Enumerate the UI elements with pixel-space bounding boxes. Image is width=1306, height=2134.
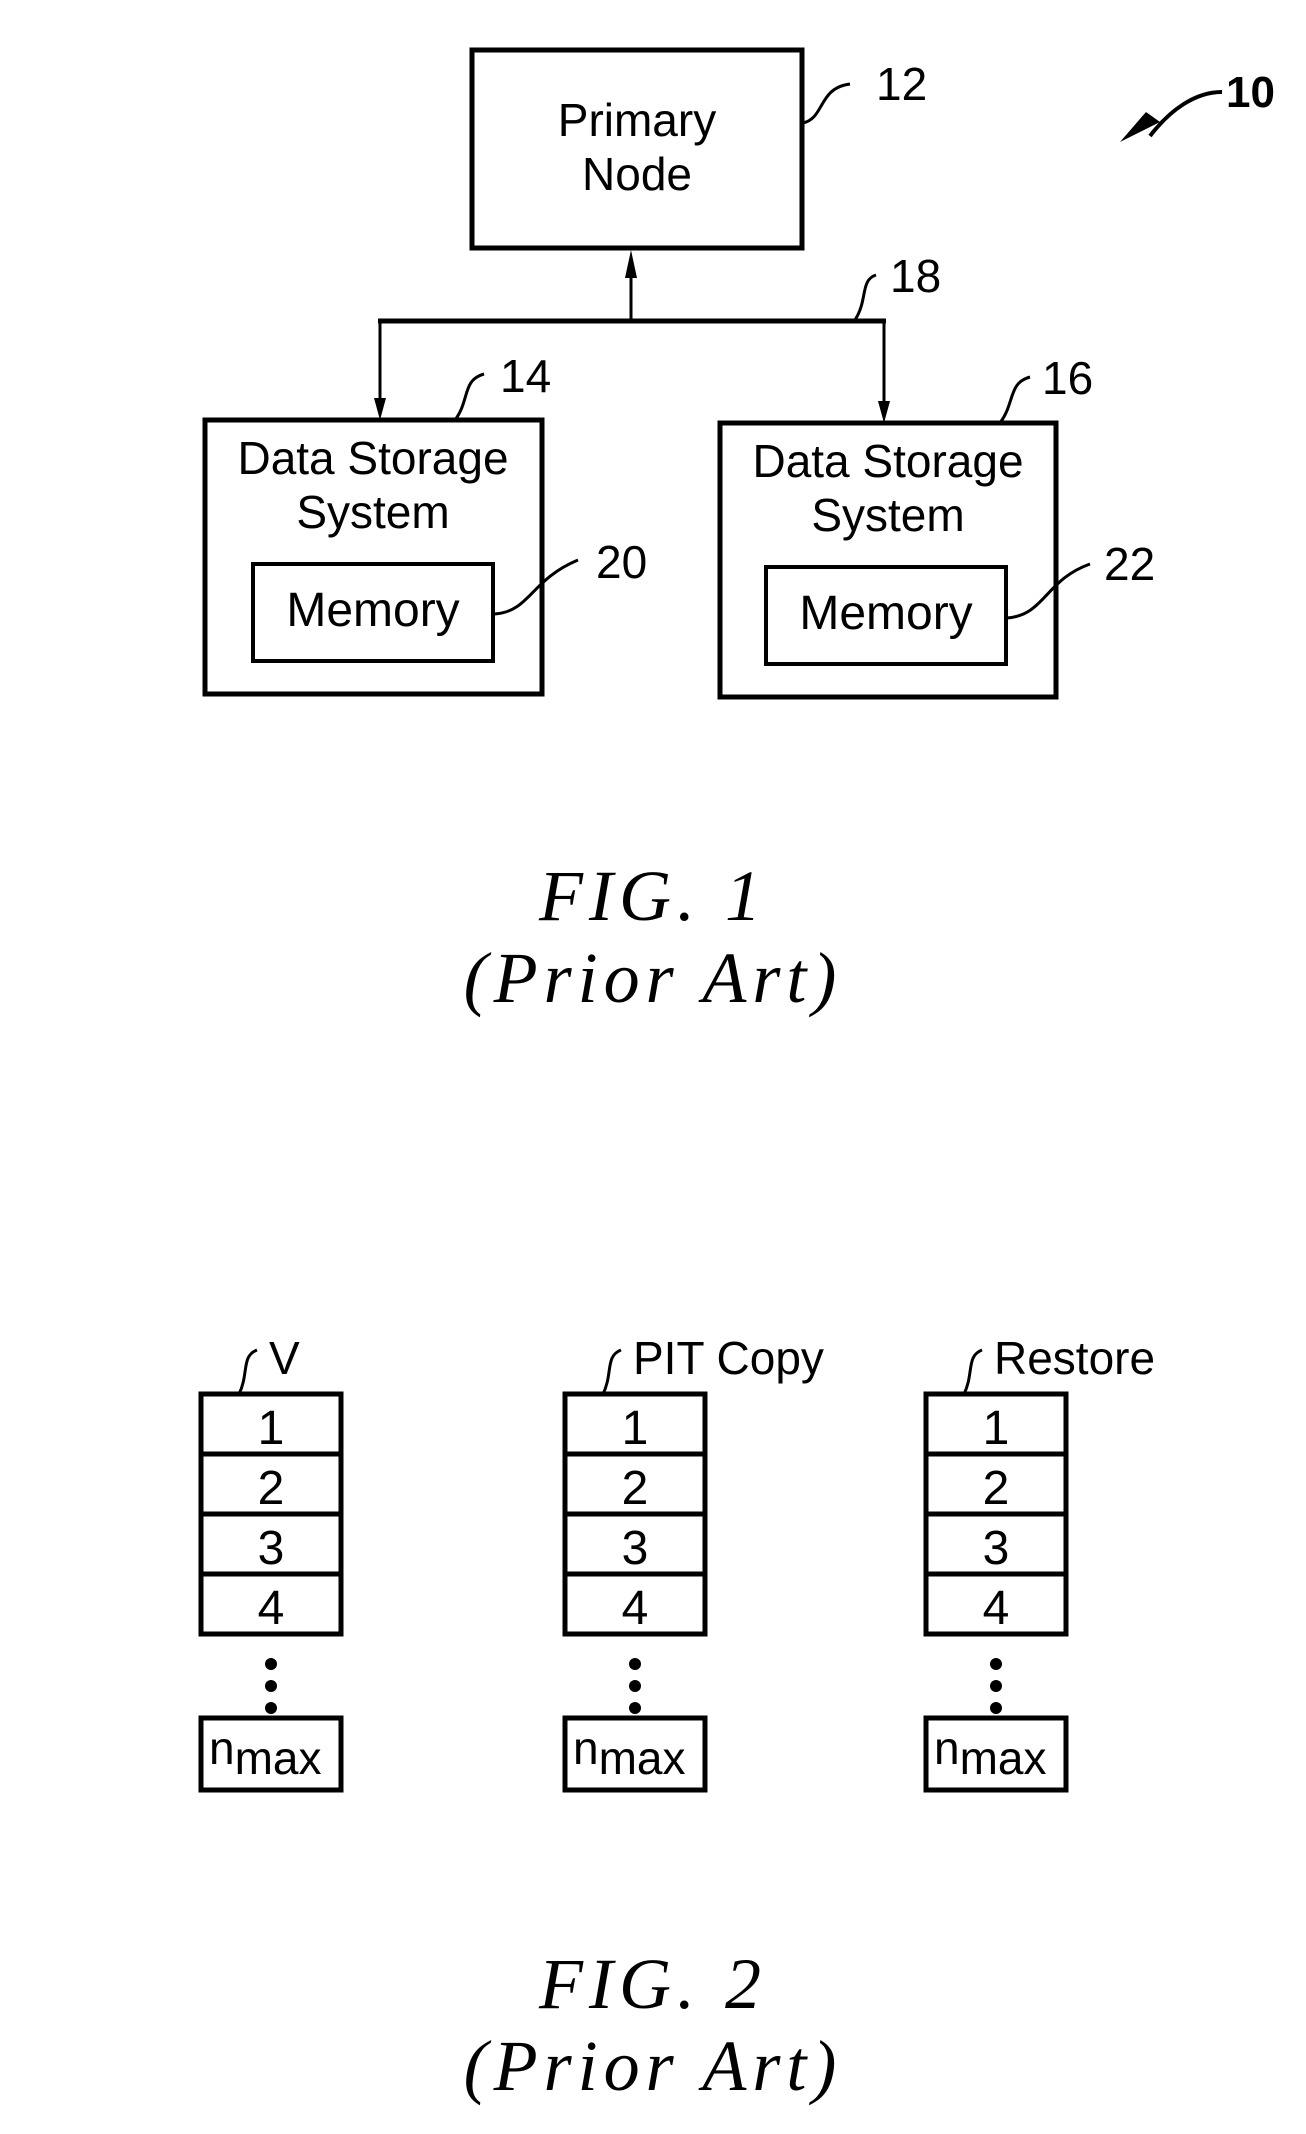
- data-storage-system-right: Data Storage System 16 Memory 22: [717, 352, 1155, 700]
- memory-left-ref: 20: [596, 536, 647, 588]
- bus-ref: 18: [890, 250, 941, 302]
- ellipsis-dot: [265, 1680, 277, 1692]
- ellipsis-dot: [629, 1680, 641, 1692]
- ellipsis-dot: [265, 1658, 277, 1670]
- fig2-title: FIG. 2: [538, 1944, 767, 2024]
- storage-left-ref: 14: [500, 350, 551, 402]
- fig1-title: FIG. 1: [538, 856, 767, 936]
- arrow-up-icon: [625, 250, 637, 278]
- leader-16: [998, 375, 1031, 424]
- leader-line: [601, 1348, 622, 1395]
- block-column: PIT Copy 1 2 3 4 nmax: [562, 1332, 824, 1793]
- primary-node-line1: Primary: [558, 94, 716, 146]
- storage-left-line1: Data Storage: [237, 432, 508, 484]
- figure-2: V1234nmaxPIT Copy1234nmaxRestore1234nmax: [198, 1332, 1155, 1793]
- column-label: PIT Copy: [633, 1332, 824, 1384]
- block-number: 3: [622, 1522, 649, 1575]
- storage-right-line1: Data Storage: [752, 435, 1023, 487]
- block-number: 3: [983, 1522, 1010, 1575]
- ellipsis-dot: [990, 1702, 1002, 1714]
- bus-18: 18: [374, 250, 941, 423]
- storage-left-line2: System: [296, 486, 449, 538]
- leader-line: [237, 1348, 258, 1395]
- block-column: Restore 1 2 3 4 nmax: [923, 1332, 1155, 1793]
- storage-right-line2: System: [811, 489, 964, 541]
- system-ref-label: 10: [1226, 68, 1275, 117]
- arrow-down-icon: [374, 398, 386, 420]
- max-subscript: max: [235, 1732, 322, 1784]
- fig1-subtitle: (Prior Art): [464, 938, 843, 1018]
- max-subscript: max: [960, 1732, 1047, 1784]
- storage-right-ref: 16: [1042, 352, 1093, 404]
- leader-18: [853, 273, 877, 321]
- ellipsis-dot: [629, 1702, 641, 1714]
- ellipsis-dot: [629, 1658, 641, 1670]
- block-number: 4: [258, 1582, 285, 1635]
- system-ref-arrow: 10: [1120, 68, 1275, 142]
- primary-node: Primary Node 12: [469, 47, 927, 251]
- n-symbol: n: [573, 1722, 599, 1774]
- patent-drawing: 10 Primary Node 12 18 Data Storage Syste…: [198, 47, 1275, 2106]
- primary-node-ref: 12: [876, 58, 927, 110]
- figure-1: 10 Primary Node 12 18 Data Storage Syste…: [202, 47, 1275, 1018]
- leader-line: [962, 1348, 983, 1395]
- arrow-down-icon: [878, 401, 890, 423]
- primary-node-line2: Node: [582, 148, 692, 200]
- block-number: 4: [622, 1582, 649, 1635]
- memory-left-label: Memory: [286, 584, 459, 637]
- block-number: 1: [983, 1402, 1010, 1455]
- data-storage-system-left: Data Storage System 14 Memory 20: [202, 350, 647, 697]
- ellipsis-dot: [990, 1680, 1002, 1692]
- block-number: 1: [622, 1402, 649, 1455]
- block-number: 2: [622, 1462, 649, 1515]
- n-symbol: n: [934, 1722, 960, 1774]
- block-number: 2: [258, 1462, 285, 1515]
- ellipsis-dot: [265, 1702, 277, 1714]
- leader-12: [802, 82, 851, 125]
- block-number: 2: [983, 1462, 1010, 1515]
- memory-right-ref: 22: [1104, 538, 1155, 590]
- leader-14: [453, 372, 485, 421]
- column-label: V: [269, 1332, 300, 1384]
- memory-right-label: Memory: [799, 587, 972, 640]
- block-column: V 1 2 3 4 nmax: [198, 1332, 344, 1793]
- block-number: 1: [258, 1402, 285, 1455]
- column-label: Restore: [994, 1332, 1155, 1384]
- block-number: 3: [258, 1522, 285, 1575]
- fig2-subtitle: (Prior Art): [464, 2026, 843, 2106]
- block-number: 4: [983, 1582, 1010, 1635]
- ellipsis-dot: [990, 1658, 1002, 1670]
- n-symbol: n: [209, 1722, 235, 1774]
- max-subscript: max: [599, 1732, 686, 1784]
